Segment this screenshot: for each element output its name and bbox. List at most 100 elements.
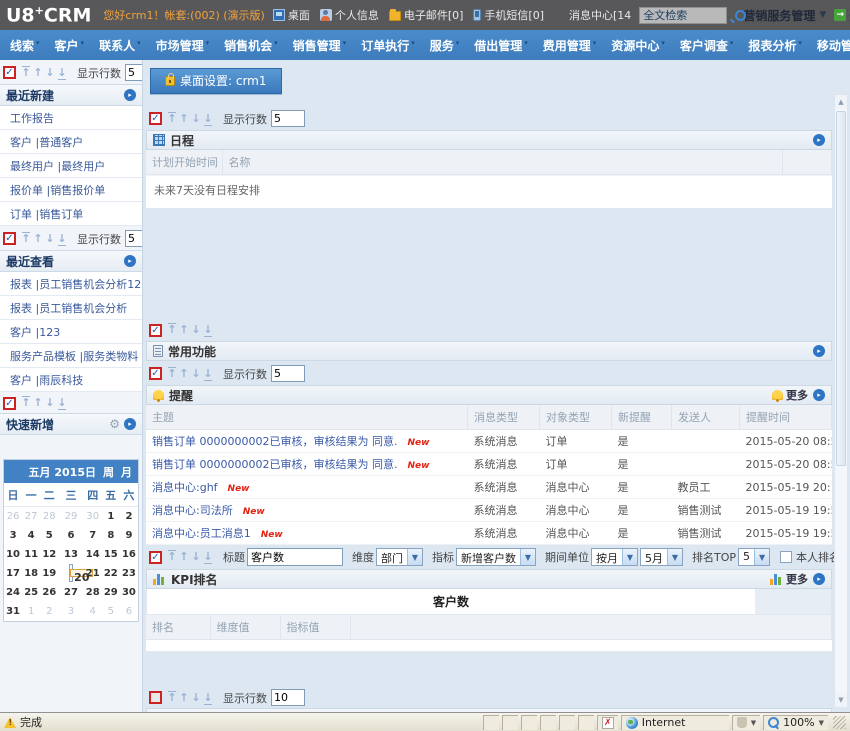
move-up-icon[interactable]: ↑ (178, 112, 190, 126)
calendar-day[interactable]: 6 (58, 526, 83, 545)
resize-grip[interactable] (833, 716, 846, 729)
profile-link[interactable]: 个人信息 (320, 7, 379, 23)
calendar-day[interactable]: 13 (58, 545, 83, 564)
move-top-icon[interactable]: ↑ (166, 112, 178, 126)
nav-item[interactable]: 借出管理▾ (474, 37, 528, 54)
move-bottom-icon[interactable]: ↓ (56, 396, 68, 410)
protected-mode-cell[interactable]: ▼ (732, 715, 760, 730)
panel-visible-checkbox[interactable] (149, 324, 162, 337)
move-bottom-icon[interactable]: ↓ (202, 323, 214, 337)
calendar-day[interactable]: 2 (40, 602, 58, 621)
nav-item[interactable]: 资源中心▾ (611, 37, 665, 54)
kpi-metric-select[interactable]: 新增客户数▼ (456, 548, 536, 566)
reminders-more-link[interactable]: 更多 (772, 387, 808, 403)
move-top-icon[interactable]: ↑ (166, 367, 178, 381)
calendar-day[interactable]: 4 (84, 602, 102, 621)
reminder-subject-link[interactable]: 消息中心:员工消息1 (152, 527, 251, 540)
column-header[interactable]: 对象类型 (540, 405, 612, 430)
calendar-day[interactable]: 29 (58, 507, 83, 527)
panel-visible-checkbox[interactable] (3, 232, 16, 245)
move-down-icon[interactable]: ↓ (190, 367, 202, 381)
move-bottom-icon[interactable]: ↓ (202, 367, 214, 381)
expand-icon[interactable]: ▸ (813, 345, 825, 357)
scroll-down-icon[interactable]: ▼ (835, 693, 847, 707)
list-item[interactable]: 报表 |员工销售机会分析123 (0, 272, 142, 296)
list-item[interactable]: 报表 |员工销售机会分析 (0, 296, 142, 320)
calendar-day[interactable]: 23 (120, 564, 138, 583)
calendar-day[interactable]: 11 (22, 545, 40, 564)
desktop-settings-tab[interactable]: 桌面设置: crm1 (150, 68, 282, 94)
move-bottom-icon[interactable]: ↓ (56, 232, 68, 246)
nav-item[interactable]: 客户▾ (55, 37, 85, 54)
nav-item[interactable]: 报表分析▾ (748, 37, 802, 54)
reminder-subject-link[interactable]: 销售订单 0000000002已审核，审核结果为 同意. (152, 435, 397, 448)
move-down-icon[interactable]: ↓ (190, 550, 202, 564)
scrollbar-thumb[interactable] (836, 111, 846, 466)
kpi-month-select[interactable]: 5月▼ (640, 548, 683, 566)
column-header[interactable]: 名称 (222, 150, 782, 175)
expand-icon[interactable]: ▸ (124, 89, 136, 101)
calendar-day[interactable]: 1 (22, 602, 40, 621)
column-header[interactable]: 主题 (146, 405, 468, 430)
calendar-day[interactable]: 4 (22, 526, 40, 545)
list-item[interactable]: 报价单 |销售报价单 (0, 178, 142, 202)
calendar-day-view[interactable]: 日 (85, 464, 96, 480)
panel-visible-checkbox[interactable] (149, 367, 162, 380)
calendar-day[interactable]: 15 (102, 545, 120, 564)
calendar-day[interactable]: 16 (120, 545, 138, 564)
move-top-icon[interactable]: ↑ (166, 323, 178, 337)
calendar-day[interactable]: 3 (58, 602, 83, 621)
list-item[interactable]: 客户 |雨辰科技 (0, 368, 142, 392)
move-bottom-icon[interactable]: ↓ (56, 66, 68, 80)
sms-link[interactable]: 手机短信[0] (473, 7, 544, 23)
reminder-row[interactable]: 消息中心:司法所New系统消息消息中心是销售测试2015-05-19 19:56… (146, 499, 832, 522)
kpi-title-input[interactable] (247, 548, 343, 566)
move-top-icon[interactable]: ↑ (166, 550, 178, 564)
list-item[interactable]: 客户 |普通客户 (0, 130, 142, 154)
expand-icon[interactable]: ▸ (813, 389, 825, 401)
nav-item[interactable]: 线索▾ (10, 37, 40, 54)
calendar-day[interactable]: 7 (84, 526, 102, 545)
list-item[interactable]: 订单 |销售订单 (0, 202, 142, 226)
reminder-row[interactable]: 消息中心:员工消息1New系统消息消息中心是销售测试2015-05-19 19:… (146, 522, 832, 545)
list-item[interactable]: 最终用户 |最终用户 (0, 154, 142, 178)
move-up-icon[interactable]: ↑ (178, 323, 190, 337)
self-rank-checkbox[interactable] (780, 551, 792, 563)
global-search-input[interactable] (639, 7, 727, 24)
list-item[interactable]: 客户 |123 (0, 320, 142, 344)
calendar-day[interactable]: 18 (22, 564, 40, 583)
list-item[interactable]: 工作报告 (0, 106, 142, 130)
column-header[interactable]: 提醒时间 (740, 405, 832, 430)
nav-item[interactable]: 客户调查▾ (680, 37, 734, 54)
reminder-row[interactable]: 销售订单 0000000002已审核，审核结果为 同意.New系统消息订单是20… (146, 453, 832, 476)
calendar-day[interactable]: 30 (84, 507, 102, 527)
kpi-top-select[interactable]: 5▼ (738, 548, 770, 566)
move-bottom-icon[interactable]: ↓ (202, 550, 214, 564)
calendar-day[interactable]: 27 (58, 583, 83, 602)
calendar-day[interactable]: 9 (120, 526, 138, 545)
panel-visible-checkbox[interactable] (149, 691, 162, 704)
reminder-subject-link[interactable]: 消息中心:ghf (152, 481, 218, 494)
kpi-more-link[interactable]: 更多 (770, 571, 808, 587)
reminder-row[interactable]: 消息中心:ghfNew系统消息消息中心是教员工2015-05-19 20:11.… (146, 476, 832, 499)
calendar-day[interactable]: 12 (40, 545, 58, 564)
calendar-month-view[interactable]: 月 (121, 464, 132, 480)
calendar-day[interactable]: 27 (22, 507, 40, 527)
calendar-day[interactable]: 31 (4, 602, 22, 621)
calendar-day[interactable]: 8 (102, 526, 120, 545)
move-bottom-icon[interactable]: ↓ (202, 112, 214, 126)
calendar-day[interactable]: 28 (40, 507, 58, 527)
column-header[interactable]: 维度值 (210, 615, 280, 640)
calendar-day[interactable]: 26 (4, 507, 22, 527)
rows-count-input[interactable] (271, 689, 305, 706)
nav-item[interactable]: 销售管理▾ (293, 37, 347, 54)
reminder-subject-link[interactable]: 消息中心:司法所 (152, 504, 233, 517)
calendar-day[interactable]: 22 (102, 564, 120, 583)
nav-item[interactable]: 联系人▾ (99, 37, 141, 54)
calendar-day[interactable]: 6 (120, 602, 138, 621)
calendar-week-view[interactable]: 周 (103, 464, 114, 480)
nav-item[interactable]: 移动管理▾ (817, 37, 850, 54)
move-down-icon[interactable]: ↓ (190, 112, 202, 126)
expand-icon[interactable]: ▸ (813, 573, 825, 585)
calendar-day[interactable]: 28 (84, 583, 102, 602)
